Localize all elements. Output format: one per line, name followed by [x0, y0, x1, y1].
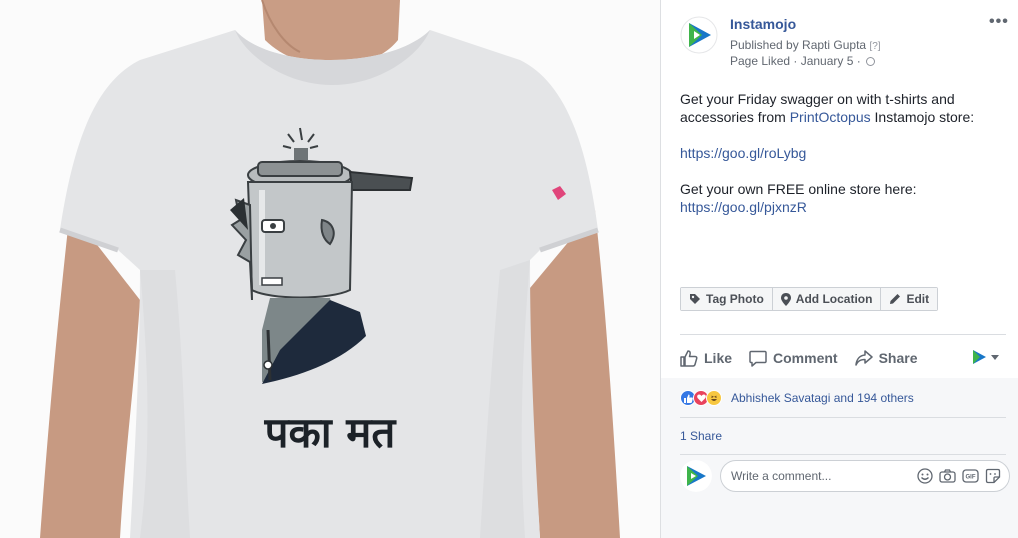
commenter-avatar[interactable] — [680, 460, 712, 492]
comment-tools: GIF — [917, 468, 1001, 489]
instamojo-small-logo-icon — [973, 350, 986, 364]
divider-top — [680, 334, 1006, 335]
like-button[interactable]: Like — [680, 349, 733, 367]
comment-icon — [749, 350, 767, 367]
caret-down-icon — [991, 355, 999, 360]
comment-label: Comment — [773, 350, 838, 366]
thumbs-up-icon — [680, 349, 698, 367]
printoctopus-link[interactable]: PrintOctopus — [790, 109, 871, 125]
help-marker[interactable]: [?] — [869, 41, 880, 52]
shirt-print-text: पका मत — [264, 408, 398, 457]
tag-icon — [690, 294, 700, 304]
camera-icon[interactable] — [939, 468, 956, 489]
gif-icon[interactable]: GIF — [962, 468, 979, 489]
more-options-icon[interactable]: ••• — [989, 13, 1009, 31]
post-photo[interactable]: पका मत — [0, 0, 660, 538]
svg-text:GIF: GIF — [966, 475, 976, 481]
haha-reaction-icon — [706, 390, 722, 406]
shares-and-comment: 1 Share GIF — [661, 418, 1018, 538]
location-pin-icon — [780, 292, 791, 306]
share-button[interactable]: Share — [854, 350, 918, 366]
emoji-icon[interactable] — [917, 468, 933, 489]
post-body-line-2: accessories from PrintOctopus Instamojo … — [680, 108, 974, 126]
store-link[interactable]: https://goo.gl/roLybg — [680, 145, 806, 161]
published-by: Published by Rapti Gupta [?] — [730, 38, 881, 52]
page-name-link[interactable]: Instamojo — [730, 16, 796, 32]
sticker-icon[interactable] — [985, 468, 1001, 489]
post-body-line-2-prefix: accessories from — [680, 109, 790, 125]
instamojo-logo-icon — [680, 16, 718, 54]
tshirt-photo: पका मत — [0, 0, 660, 538]
post-body-line-1: Get your Friday swagger on with t-shirts… — [680, 91, 955, 107]
free-store-link[interactable]: https://goo.gl/pjxnzR — [680, 199, 807, 215]
publisher-text: Published by Rapti Gupta — [730, 38, 867, 52]
post-body-line-2-suffix: Instamojo store: — [870, 109, 975, 125]
photo-actions-bar: Tag Photo Add Location Edit — [680, 287, 939, 311]
post-date[interactable]: Page Liked · January 5 · — [730, 54, 861, 68]
post-body-line-3: Get your own FREE online store here: — [680, 181, 917, 197]
add-location-label: Add Location — [795, 292, 873, 306]
post-link-2: https://goo.gl/pjxnzR — [680, 198, 807, 216]
share-label: Share — [878, 350, 918, 366]
share-arrow-icon — [854, 350, 873, 366]
add-location-button[interactable]: Add Location — [772, 288, 882, 310]
comment-button[interactable]: Comment — [749, 350, 838, 367]
comment-composer[interactable]: GIF — [720, 460, 1010, 492]
divider-bottom — [680, 454, 1006, 455]
edit-button[interactable]: Edit — [881, 288, 938, 310]
edit-label: Edit — [906, 292, 930, 306]
share-as-page-selector[interactable] — [971, 349, 1000, 365]
reaction-icons — [680, 390, 722, 406]
reactions-summary[interactable]: Abhishek Savatagi and 194 others — [661, 378, 1018, 418]
post-link-1: https://goo.gl/roLybg — [680, 144, 806, 162]
pencil-icon — [890, 294, 901, 304]
page-avatar[interactable] — [680, 16, 718, 54]
post-side-panel: Instamojo Published by Rapti Gupta [?] P… — [660, 0, 1018, 538]
share-count-link[interactable]: 1 Share — [680, 429, 722, 443]
audience-icon[interactable] — [866, 57, 876, 66]
reactors-link[interactable]: Abhishek Savatagi and 194 others — [731, 391, 914, 405]
post-meta: Page Liked · January 5 · — [730, 54, 876, 68]
tag-photo-label: Tag Photo — [706, 292, 764, 306]
like-label: Like — [704, 350, 733, 366]
comment-input[interactable] — [731, 461, 906, 491]
tag-photo-button[interactable]: Tag Photo — [681, 288, 773, 310]
post-action-bar: Like Comment Share — [680, 346, 1006, 370]
instamojo-logo-icon — [680, 460, 712, 492]
